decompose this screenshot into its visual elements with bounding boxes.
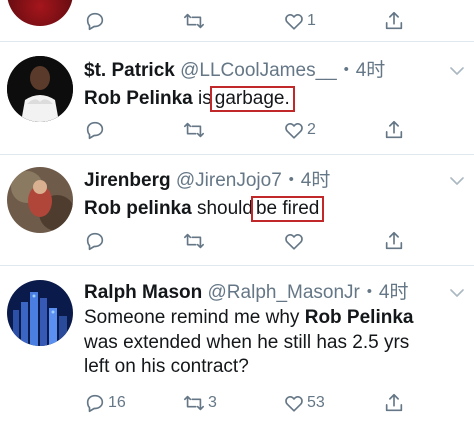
like-count: 53	[307, 394, 325, 411]
share-icon	[385, 231, 403, 250]
tweet-st-patrick[interactable]: $t. Patrick @LLCoolJames__・4时 Rob Pelink…	[0, 42, 474, 155]
reply-button[interactable]	[84, 117, 108, 143]
tweet-actions: 16 3 53	[84, 390, 414, 416]
tweet-jirenberg[interactable]: Jirenberg @JirenJojo7・4时 Rob pelinka sho…	[0, 155, 474, 266]
retweet-count: 3	[208, 394, 217, 411]
like-button[interactable]: 1	[283, 8, 316, 34]
avatar[interactable]	[7, 280, 73, 346]
user-handle[interactable]: @JirenJojo7	[176, 170, 282, 191]
text-span: should	[191, 198, 253, 219]
timestamp[interactable]: ・4时	[282, 170, 331, 191]
display-name[interactable]: $t. Patrick	[84, 60, 175, 81]
share-icon	[385, 120, 403, 139]
highlighted-text: be fired	[250, 196, 325, 222]
highlighted-text: garbage.	[209, 86, 295, 112]
avatar[interactable]	[7, 56, 73, 122]
tweet-text: Rob pelinka should be fired	[84, 196, 325, 222]
share-icon	[385, 393, 403, 412]
share-icon	[385, 11, 403, 30]
tweet-text: Someone remind me why Rob Pelinka was ex…	[84, 306, 413, 380]
tweet-top[interactable]: 1	[0, 0, 474, 42]
timestamp[interactable]: ・4时	[337, 60, 386, 81]
share-button[interactable]	[383, 117, 405, 143]
retweet-button[interactable]: 3	[182, 390, 217, 416]
like-icon	[285, 123, 303, 139]
reply-icon	[86, 232, 104, 251]
avatar-image	[7, 167, 73, 233]
like-button[interactable]	[283, 228, 307, 254]
like-icon	[285, 234, 303, 250]
reply-button[interactable]: 16	[84, 390, 126, 416]
tweet-ralph[interactable]: Ralph Mason @Ralph_MasonJr・4时 Someone re…	[0, 266, 474, 431]
avatar-image	[7, 280, 73, 346]
text-line: was extended when he still has 2.5 yrs	[84, 331, 410, 353]
share-button[interactable]	[383, 8, 405, 34]
retweet-button[interactable]	[182, 228, 208, 254]
reply-button[interactable]	[84, 8, 108, 34]
user-handle[interactable]: @Ralph_MasonJr	[208, 282, 360, 303]
avatar[interactable]	[7, 167, 73, 233]
like-icon	[285, 396, 303, 412]
retweet-icon	[184, 233, 204, 249]
avatar-image	[7, 56, 73, 122]
tweet-actions: 2	[84, 117, 414, 143]
retweet-button[interactable]	[182, 8, 208, 34]
reply-icon	[86, 121, 104, 140]
chevron-down-icon[interactable]	[450, 176, 464, 186]
like-count: 1	[307, 12, 316, 29]
reply-count: 16	[108, 394, 126, 411]
text-line: left on his contract?	[84, 356, 249, 377]
reply-icon	[86, 394, 104, 413]
display-name[interactable]: Ralph Mason	[84, 282, 202, 303]
retweet-icon	[184, 122, 204, 138]
tweet-header: Ralph Mason @Ralph_MasonJr・4时	[84, 281, 408, 305]
tweet-header: Jirenberg @JirenJojo7・4时	[84, 169, 330, 193]
retweet-icon	[184, 395, 204, 411]
like-button[interactable]: 53	[283, 390, 325, 416]
timestamp[interactable]: ・4时	[360, 282, 409, 303]
user-handle[interactable]: @LLCoolJames__	[180, 60, 337, 81]
reply-icon	[86, 12, 104, 31]
like-count: 2	[307, 121, 316, 138]
retweet-button[interactable]	[182, 117, 208, 143]
chevron-down-icon[interactable]	[450, 288, 464, 298]
mention-text: Rob Pelinka	[304, 307, 414, 328]
reply-button[interactable]	[84, 228, 108, 254]
retweet-icon	[184, 13, 204, 29]
like-button[interactable]: 2	[283, 117, 316, 143]
mention-text: Rob pelinka	[84, 198, 192, 219]
tweet-actions: 1	[84, 8, 414, 34]
text-span: Someone remind me why	[84, 307, 305, 328]
share-button[interactable]	[383, 390, 405, 416]
chevron-down-icon[interactable]	[450, 66, 464, 76]
display-name[interactable]: Jirenberg	[84, 170, 171, 191]
tweet-text: Rob Pelinka is garbage.	[84, 86, 295, 112]
share-button[interactable]	[383, 228, 405, 254]
mention-text: Rob Pelinka	[84, 88, 193, 109]
tweet-header: $t. Patrick @LLCoolJames__・4时	[84, 59, 385, 83]
like-icon	[285, 14, 303, 30]
tweet-actions	[84, 228, 414, 254]
avatar[interactable]	[7, 0, 73, 26]
text-line: Someone remind me why Rob Pelinka	[84, 306, 413, 331]
